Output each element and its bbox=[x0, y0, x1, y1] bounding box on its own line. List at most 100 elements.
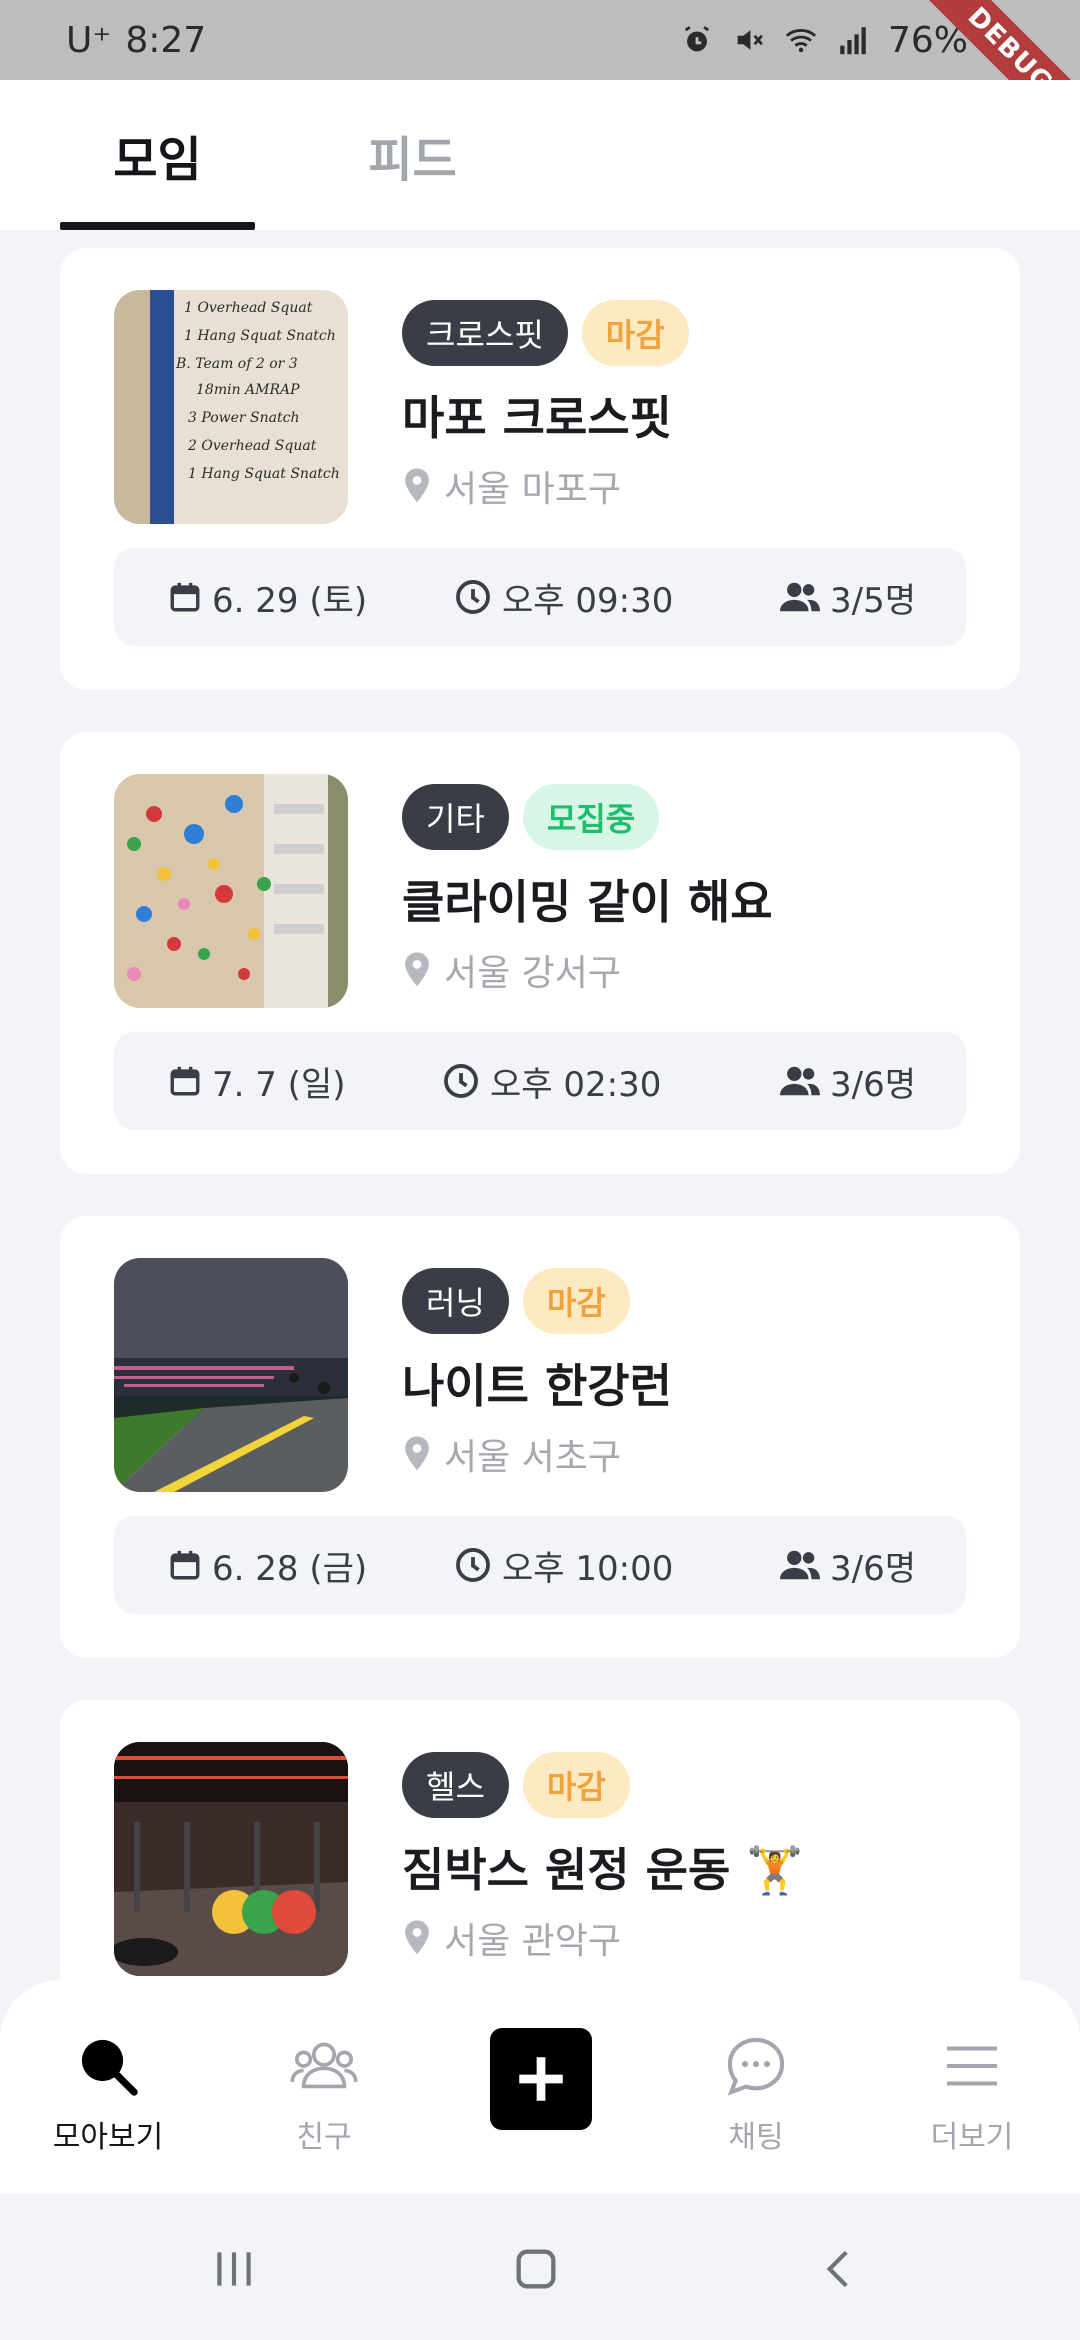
top-tab-bar: 모임 피드 bbox=[0, 80, 1080, 230]
location-pin-icon bbox=[405, 952, 429, 987]
meetup-badges: 러닝 마감 bbox=[402, 1268, 630, 1334]
whiteboard-line: 18min AMRAP bbox=[196, 382, 300, 398]
system-navigation-bar bbox=[0, 2194, 1080, 2340]
category-badge: 러닝 bbox=[402, 1268, 509, 1334]
meetup-location: 서울 관악구 bbox=[402, 1912, 621, 1964]
status-badge: 마감 bbox=[581, 300, 689, 366]
clock-icon bbox=[456, 1548, 490, 1582]
date-label: 6. 28 (금) bbox=[212, 1548, 368, 1589]
meetup-location: 서울 서초구 bbox=[402, 1428, 621, 1480]
nav-more[interactable]: 더보기 bbox=[882, 1980, 1062, 2194]
meetup-thumbnail: 1 Overhead Squat 1 Hang Squat Snatch B. … bbox=[114, 290, 348, 524]
meetup-title: 클라이밍 같이 해요 bbox=[402, 875, 773, 929]
chat-icon bbox=[727, 2037, 785, 2096]
mute-icon bbox=[737, 30, 763, 50]
time-label: 오후 10:00 bbox=[502, 1548, 674, 1589]
status-badge: 모집중 bbox=[522, 784, 660, 850]
bottom-navigation: 모아보기 친구 채팅 더보기 bbox=[0, 1980, 1080, 2194]
clock-icon bbox=[444, 1064, 478, 1098]
nav-chat[interactable]: 채팅 bbox=[666, 1980, 846, 2194]
menu-icon bbox=[947, 2046, 997, 2086]
status-badge: 마감 bbox=[522, 1752, 630, 1818]
plus-icon bbox=[519, 2057, 563, 2101]
meetup-badges: 헬스 마감 bbox=[402, 1752, 630, 1818]
location-pin-icon bbox=[405, 1436, 429, 1471]
whiteboard-line: B. Team of 2 or 3 bbox=[175, 356, 298, 372]
meetup-title: 짐박스 원정 운동 🏋️ bbox=[402, 1843, 804, 1897]
signal-icon bbox=[840, 27, 866, 55]
recent-apps-icon bbox=[217, 2252, 251, 2286]
meetup-location: 서울 강서구 bbox=[402, 944, 621, 996]
meetup-info-bar: 7. 7 (일) 오후 02:30 3/6명 bbox=[114, 1032, 966, 1130]
whiteboard-line: 1 Hang Squat Snatch bbox=[184, 328, 336, 344]
whiteboard-line: 3 Power Snatch bbox=[188, 410, 300, 426]
date-label: 6. 29 (토) bbox=[212, 580, 368, 621]
nav-chat-label: 채팅 bbox=[728, 2120, 784, 2155]
clock-icon bbox=[456, 580, 490, 614]
time-cell: 오후 10:00 bbox=[454, 1541, 673, 1590]
people-icon bbox=[780, 1066, 820, 1096]
tab-indicator bbox=[60, 222, 255, 230]
tab-feed[interactable]: 피드 bbox=[340, 80, 485, 230]
wifi-icon bbox=[785, 29, 817, 53]
members-label: 3/6명 bbox=[830, 1064, 916, 1105]
tab-meetups[interactable]: 모임 bbox=[60, 80, 255, 230]
meetup-location: 서울 마포구 bbox=[402, 460, 621, 512]
nav-friends[interactable]: 친구 bbox=[234, 1980, 414, 2194]
back-button[interactable] bbox=[800, 2234, 880, 2304]
recent-apps-button[interactable] bbox=[194, 2234, 274, 2304]
meetup-info-bar: 6. 28 (금) 오후 10:00 3/6명 bbox=[114, 1516, 966, 1614]
clock: 8:27 bbox=[125, 19, 207, 61]
category-badge: 헬스 bbox=[402, 1752, 509, 1818]
meetup-card[interactable]: 기타 모집중 클라이밍 같이 해요 서울 강서구 7. 7 (일) 오후 02:… bbox=[60, 732, 1020, 1174]
meetup-info-bar: 6. 29 (토) 오후 09:30 3/5명 bbox=[114, 548, 966, 646]
meetup-badges: 기타 모집중 bbox=[402, 784, 660, 850]
members-cell: 3/6명 bbox=[780, 1057, 916, 1106]
date-label: 7. 7 (일) bbox=[212, 1064, 346, 1105]
date-cell: 6. 29 (토) bbox=[168, 573, 367, 622]
members-label: 3/6명 bbox=[830, 1548, 916, 1589]
alarm-icon bbox=[684, 26, 710, 52]
whiteboard-line: 1 Overhead Squat bbox=[184, 300, 313, 316]
status-bar: U⁺ 8:27 76% DEBUG bbox=[0, 0, 1080, 165]
nav-browse-label: 모아보기 bbox=[52, 2120, 164, 2155]
whiteboard-line: 1 Hang Squat Snatch bbox=[188, 466, 340, 482]
carrier-label: U⁺ bbox=[66, 19, 112, 61]
calendar-icon bbox=[170, 1550, 200, 1580]
meetup-thumbnail bbox=[114, 1742, 348, 1976]
friends-icon bbox=[290, 2042, 358, 2089]
location-pin-icon bbox=[405, 1920, 429, 1955]
date-cell: 7. 7 (일) bbox=[168, 1057, 346, 1106]
people-icon bbox=[780, 582, 820, 612]
members-cell: 3/5명 bbox=[780, 573, 916, 622]
home-button[interactable] bbox=[496, 2234, 576, 2304]
meetup-thumbnail bbox=[114, 774, 348, 1008]
location-label: 서울 관악구 bbox=[444, 1921, 622, 1962]
create-meetup-button[interactable] bbox=[490, 2028, 592, 2130]
time-label: 오후 09:30 bbox=[502, 580, 674, 621]
nav-friends-label: 친구 bbox=[296, 2120, 352, 2155]
members-cell: 3/6명 bbox=[780, 1541, 916, 1590]
time-cell: 오후 09:30 bbox=[454, 573, 673, 622]
search-icon bbox=[81, 2039, 138, 2096]
location-label: 서울 강서구 bbox=[444, 953, 622, 994]
meetup-card[interactable]: 러닝 마감 나이트 한강런 서울 서초구 6. 28 (금) 오후 10:00 … bbox=[60, 1216, 1020, 1658]
meetup-badges: 크로스핏 마감 bbox=[402, 300, 689, 366]
nav-more-label: 더보기 bbox=[930, 2120, 1014, 2155]
category-badge: 크로스핏 bbox=[402, 300, 568, 366]
back-icon bbox=[826, 2250, 848, 2288]
members-label: 3/5명 bbox=[830, 580, 916, 621]
nav-browse[interactable]: 모아보기 bbox=[18, 1980, 198, 2194]
time-label: 오후 02:30 bbox=[490, 1064, 662, 1105]
category-badge: 기타 bbox=[402, 784, 509, 850]
location-label: 서울 마포구 bbox=[444, 469, 622, 510]
home-icon bbox=[516, 2249, 556, 2289]
calendar-icon bbox=[170, 582, 200, 612]
meetup-card[interactable]: 1 Overhead Squat 1 Hang Squat Snatch B. … bbox=[60, 248, 1020, 690]
meetup-title: 나이트 한강런 bbox=[402, 1359, 672, 1413]
people-icon bbox=[780, 1550, 820, 1580]
time-cell: 오후 02:30 bbox=[442, 1057, 661, 1106]
meetup-title: 마포 크로스핏 bbox=[402, 391, 672, 445]
whiteboard-line: 2 Overhead Squat bbox=[187, 438, 317, 454]
meetup-thumbnail bbox=[114, 1258, 348, 1492]
